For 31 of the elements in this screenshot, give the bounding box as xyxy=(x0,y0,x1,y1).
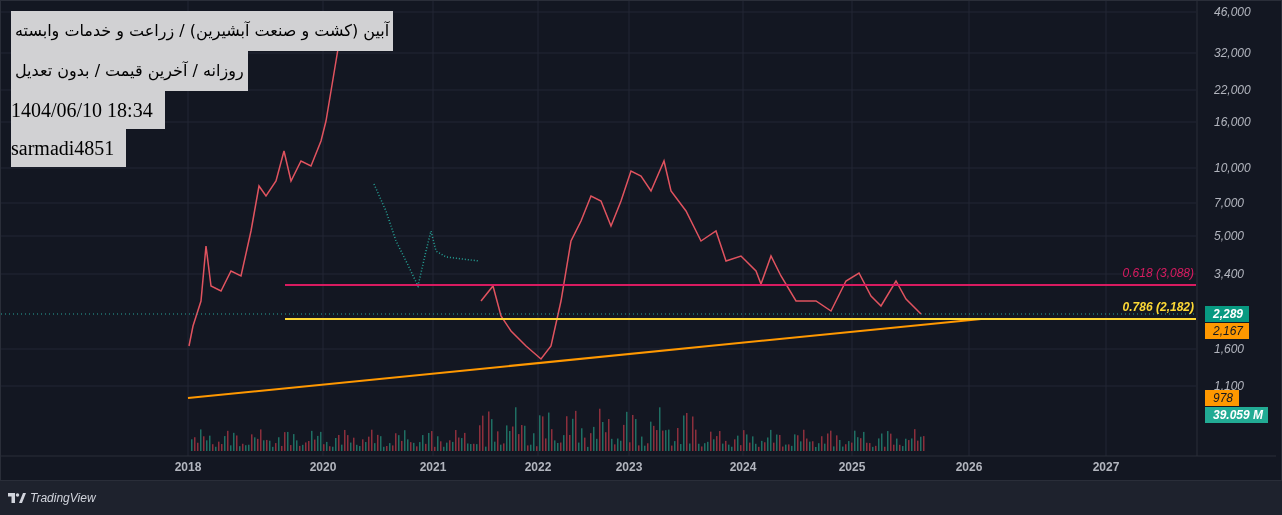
price-axis-label: 10,000 xyxy=(1214,161,1251,175)
price-axis-label: 5,000 xyxy=(1214,229,1245,243)
price-axis-label: 32,000 xyxy=(1214,46,1251,60)
info-label: 1404/06/10 18:34 xyxy=(11,91,165,129)
info-label: روزانه / آخرین قیمت / بدون تعدیل xyxy=(11,51,248,91)
info-label: sarmadi4851 xyxy=(11,129,127,167)
price-axis-label: 7,000 xyxy=(1214,196,1245,210)
price-axis-label: 46,000 xyxy=(1214,5,1251,19)
price-tag: 978 xyxy=(1205,390,1239,406)
fibonacci-level-label: 0.618 (3,088) xyxy=(1122,266,1194,280)
price-tag: 2,167 xyxy=(1205,323,1249,339)
time-axis-label: 2020 xyxy=(309,460,337,474)
brand-name: TradingView xyxy=(30,490,96,507)
time-axis-label: 2026 xyxy=(955,460,983,474)
time-axis-label: 2024 xyxy=(729,460,757,474)
price-tag: 2,289 xyxy=(1205,306,1249,322)
price-axis-label: 22,000 xyxy=(1214,83,1251,97)
price-axis-label: 3,400 xyxy=(1214,267,1245,281)
time-axis-label: 2022 xyxy=(524,460,552,474)
info-label: آبین (کشت و صنعت آبشیرین) / زراعت و خدمات وابسته xyxy=(11,11,394,51)
price-axis-label: 16,000 xyxy=(1214,115,1251,129)
price-axis-label: 1,100 xyxy=(1214,379,1245,393)
price-tag: 39.059 M xyxy=(1205,407,1268,423)
price-axis-label: 1,600 xyxy=(1214,342,1245,356)
time-axis-label: 2023 xyxy=(615,460,643,474)
time-axis-label: 2027 xyxy=(1092,460,1120,474)
time-axis-label: 2025 xyxy=(838,460,866,474)
time-axis-label: 2021 xyxy=(419,460,447,474)
time-axis-label: 2018 xyxy=(174,460,202,474)
logo-icon xyxy=(8,493,26,503)
fibonacci-level-label: 0.786 (2,182) xyxy=(1122,300,1194,314)
